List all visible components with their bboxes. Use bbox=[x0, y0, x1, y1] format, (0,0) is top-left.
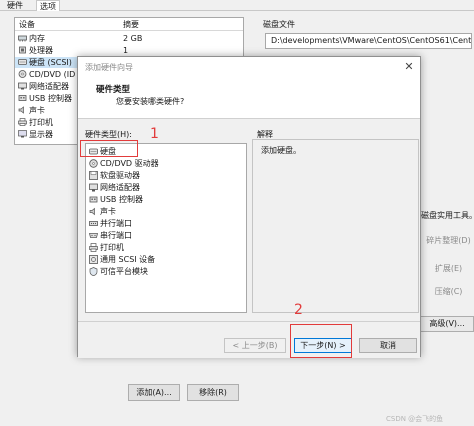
tab-hardware[interactable]: 硬件 bbox=[4, 0, 26, 11]
hardware-type-label-text: 软盘驱动器 bbox=[100, 171, 140, 180]
device-label: 网络适配器 bbox=[29, 82, 69, 91]
column-header-device[interactable]: 设备 bbox=[19, 19, 35, 30]
disk-file-label: 磁盘文件 bbox=[263, 20, 295, 29]
compact-button[interactable]: 压缩(C) bbox=[423, 284, 474, 300]
annotation-box-step1 bbox=[80, 140, 138, 157]
hardware-type-label-text: 网络适配器 bbox=[100, 183, 140, 192]
advanced-button[interactable]: 高级(V)... bbox=[420, 316, 474, 332]
disk-file-path[interactable]: D:\developments\VMware\CentOS\CentOS61\C… bbox=[265, 33, 472, 49]
device-label: CD/DVD (ID bbox=[29, 70, 76, 79]
hardware-type-label-text: 打印机 bbox=[100, 243, 124, 252]
defragment-button[interactable]: 碎片整理(D) bbox=[423, 233, 474, 249]
cd-icon bbox=[18, 70, 27, 78]
serial-port-icon bbox=[89, 233, 98, 238]
device-row-processor[interactable]: 处理器 1 bbox=[15, 45, 243, 56]
device-summary: 1 bbox=[123, 46, 129, 55]
wizard-title: 添加硬件向导 bbox=[85, 63, 133, 72]
close-icon[interactable]: ✕ bbox=[402, 60, 416, 74]
device-label: 内存 bbox=[29, 34, 45, 43]
device-row-memory[interactable]: 内存 2 GB bbox=[15, 33, 243, 44]
add-hardware-button[interactable]: 添加(A)... bbox=[128, 384, 180, 401]
usb-icon bbox=[89, 196, 98, 203]
annotation-step1-number: 1 bbox=[150, 126, 159, 142]
device-label: 硬盘 (SCSI) bbox=[29, 58, 72, 67]
hardware-type-label-text: 并行端口 bbox=[100, 219, 132, 228]
annotation-step2-number: 2 bbox=[294, 302, 303, 318]
hardware-type-label-text: CD/DVD 驱动器 bbox=[100, 159, 159, 168]
network-icon bbox=[18, 82, 27, 90]
watermark: CSDN @会飞的鱼 bbox=[386, 415, 444, 423]
hardware-type-label-text: 通用 SCSI 设备 bbox=[100, 255, 156, 264]
scsi-icon bbox=[89, 255, 98, 264]
cpu-icon bbox=[19, 46, 26, 54]
wizard-step-subtitle: 您要安装哪类硬件? bbox=[116, 97, 185, 106]
display-icon bbox=[18, 130, 27, 138]
tpm-icon bbox=[89, 267, 98, 276]
hardware-type-label-text: USB 控制器 bbox=[100, 195, 143, 204]
disk-icon bbox=[18, 59, 27, 65]
column-header-summary[interactable]: 摘要 bbox=[123, 19, 139, 30]
wizard-footer-divider bbox=[78, 321, 420, 322]
hardware-type-label: 硬件类型(H): bbox=[85, 130, 132, 139]
printer-icon bbox=[89, 243, 98, 252]
device-summary: 2 GB bbox=[123, 34, 143, 43]
floppy-icon bbox=[89, 171, 98, 180]
sound-icon bbox=[89, 207, 95, 216]
settings-tab-bar: 硬件 选项 bbox=[0, 0, 474, 11]
wizard-titlebar: 添加硬件向导 ✕ bbox=[78, 57, 420, 78]
expand-button[interactable]: 扩展(E) bbox=[423, 261, 474, 277]
annotation-box-step2 bbox=[290, 324, 352, 358]
add-hardware-wizard: 添加硬件向导 ✕ 硬件类型 您要安装哪类硬件? 硬件类型(H): 硬盘 CD/D… bbox=[77, 56, 421, 358]
explanation-text: 添加硬盘。 bbox=[261, 146, 301, 155]
parallel-port-icon bbox=[89, 221, 98, 226]
remove-hardware-button[interactable]: 移除(R) bbox=[187, 384, 239, 401]
device-label: USB 控制器 bbox=[29, 94, 72, 103]
device-label: 打印机 bbox=[29, 118, 53, 127]
back-button[interactable]: < 上一步(B) bbox=[224, 338, 286, 353]
wizard-step-title: 硬件类型 bbox=[96, 85, 131, 95]
memory-icon bbox=[18, 35, 27, 42]
cancel-button[interactable]: 取消 bbox=[359, 338, 417, 353]
hardware-type-label-text: 可信平台模块 bbox=[100, 267, 148, 276]
device-label: 处理器 bbox=[29, 46, 53, 55]
tab-options[interactable]: 选项 bbox=[36, 0, 60, 11]
disk-utilities-note: 磁盘实用工具。 bbox=[421, 211, 474, 220]
wizard-header: 硬件类型 您要安装哪类硬件? bbox=[78, 78, 420, 119]
hardware-type-list[interactable]: 硬盘 CD/DVD 驱动器 软盘驱动器 网络适配器 USB 控制器 声卡 并行端… bbox=[85, 143, 247, 313]
device-label: 声卡 bbox=[29, 106, 45, 115]
device-list-header: 设备 摘要 bbox=[15, 18, 243, 31]
sound-icon bbox=[18, 106, 24, 114]
cd-icon bbox=[89, 159, 98, 168]
explanation-box bbox=[252, 139, 419, 313]
hardware-type-label-text: 串行端口 bbox=[100, 231, 132, 240]
hardware-type-label-text: 声卡 bbox=[100, 207, 116, 216]
printer-icon bbox=[18, 118, 27, 126]
device-label: 显示器 bbox=[29, 130, 53, 139]
usb-icon bbox=[18, 95, 27, 101]
network-icon bbox=[89, 183, 98, 192]
